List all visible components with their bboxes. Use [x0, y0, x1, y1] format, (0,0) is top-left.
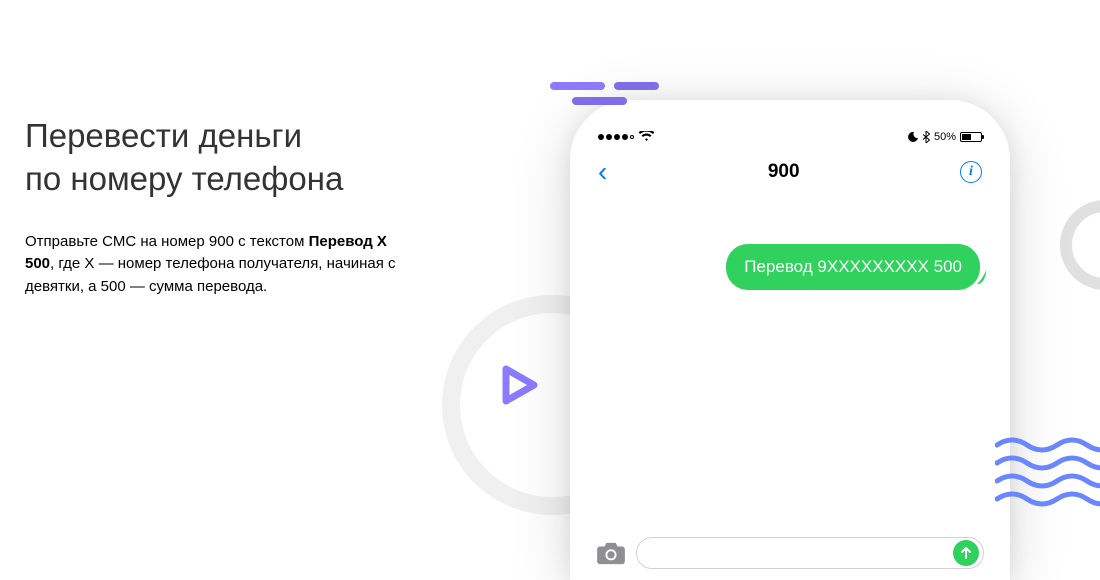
- battery-icon: [960, 132, 982, 142]
- nav-title: 900: [768, 161, 800, 183]
- status-right: 50%: [908, 131, 982, 143]
- decoration-waves-icon: [995, 437, 1100, 509]
- messages-area: Перевод 9XXXXXXXXX 500: [590, 194, 990, 534]
- description-post: , где X — номер телефона получателя, нач…: [25, 255, 396, 295]
- illustration-panel: 50% ‹ 900 i Перевод 9XXXXXXXXX 500: [440, 0, 1100, 559]
- bluetooth-icon: [922, 131, 930, 143]
- sent-message-bubble: Перевод 9XXXXXXXXX 500: [726, 244, 980, 290]
- page-title: Перевести деньги по номеру телефона: [25, 115, 410, 201]
- info-icon[interactable]: i: [960, 161, 982, 183]
- nav-bar: ‹ 900 i: [590, 150, 990, 194]
- arrow-up-icon: [959, 546, 973, 560]
- send-button[interactable]: [953, 540, 979, 566]
- signal-icon: [598, 134, 634, 140]
- moon-icon: [908, 132, 918, 142]
- instructions-panel: Перевести деньги по номеру телефона Отпр…: [0, 0, 440, 559]
- back-chevron-icon[interactable]: ‹: [598, 158, 607, 186]
- status-bar: 50%: [590, 120, 990, 148]
- input-bar: [590, 534, 990, 580]
- decoration-arc-icon: [1060, 200, 1100, 290]
- description-pre: Отправьте СМС на номер 900 с текстом: [25, 233, 309, 250]
- message-input[interactable]: [636, 537, 984, 569]
- phone-mockup: 50% ‹ 900 i Перевод 9XXXXXXXXX 500: [570, 100, 1010, 580]
- decoration-bars-icon: [550, 82, 660, 108]
- wifi-icon: [639, 131, 654, 142]
- description: Отправьте СМС на номер 900 с текстом Пер…: [25, 231, 410, 299]
- message-text: Перевод 9XXXXXXXXX 500: [744, 257, 962, 276]
- camera-icon[interactable]: [596, 541, 626, 565]
- status-left: [598, 131, 654, 142]
- decoration-play-icon: [500, 365, 540, 405]
- battery-percent: 50%: [934, 131, 956, 143]
